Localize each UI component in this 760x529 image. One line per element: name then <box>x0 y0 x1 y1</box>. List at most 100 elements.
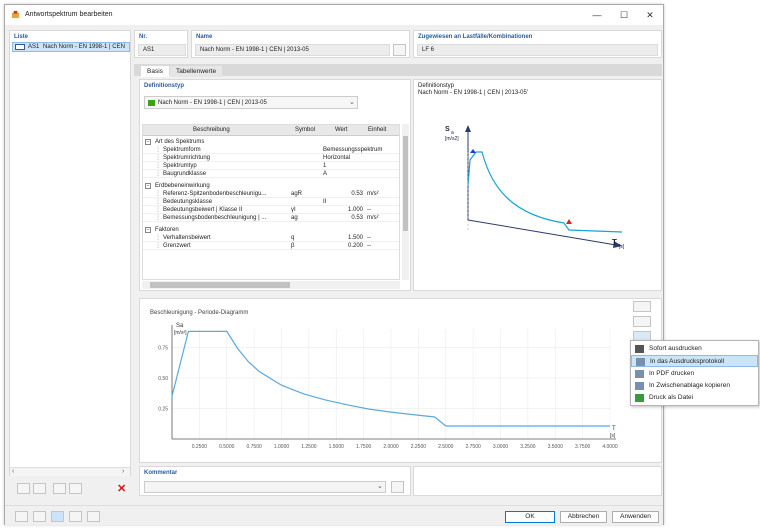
minimize-button[interactable]: — <box>587 8 607 22</box>
table-row[interactable]: ⋮ Spektrumrichtung Horizontal <box>143 154 399 162</box>
row-description: Verhaltensbeiwert <box>163 235 211 241</box>
x-tick-label: 1.7500 <box>356 444 372 450</box>
name-label: Name <box>196 34 213 40</box>
table-row[interactable]: ⋮ Referenz-Spitzenbodenbeschleunigu... agR… <box>143 190 399 198</box>
table-row[interactable]: ⋮ Verhaltensbeiwert q 1.500 -- <box>143 234 399 242</box>
definition-type-select[interactable]: Nach Norm - EN 1998-1 | CEN | 2013-05 ⌄ <box>144 96 358 109</box>
x-tick-label: 4.0000 <box>602 444 618 450</box>
name-group: Name Nach Norm - EN 1998-1 | CEN | 2013-… <box>191 30 410 58</box>
chevron-down-icon: ⌄ <box>349 99 355 106</box>
hscroll-thumb[interactable] <box>150 282 290 288</box>
table-scrollbar[interactable] <box>402 124 409 280</box>
menu-item-report[interactable]: In das Ausdrucksprotokoll <box>631 355 758 367</box>
new-item-icon[interactable] <box>17 483 30 494</box>
tree-connector: ⋮ <box>155 243 161 249</box>
x-tick-label: 2.2500 <box>411 444 427 450</box>
search-icon[interactable] <box>15 511 28 522</box>
check-item-icon[interactable] <box>53 483 66 494</box>
table-row[interactable]: ⋮ Baugrundklasse A <box>143 170 399 178</box>
table-row[interactable]: ⋮ Bedeutungsklasse II <box>143 198 399 206</box>
uncheck-item-icon[interactable] <box>69 483 82 494</box>
x-axis-label: T <box>612 426 616 432</box>
col-einheit: Einheit <box>368 127 387 133</box>
definition-type-value: Nach Norm - EN 1998-1 | CEN | 2013-05 <box>158 100 267 106</box>
row-symbol: agR <box>291 191 303 197</box>
chevron-down-icon: ⌄ <box>377 483 383 490</box>
list-header: Liste <box>14 34 29 40</box>
table-group-row[interactable]: − Art des Spektrums <box>143 138 399 146</box>
nr-field[interactable]: AS1 <box>138 44 186 56</box>
name-field[interactable]: Nach Norm - EN 1998-1 | CEN | 2013-05 <box>195 44 390 56</box>
row-description: Referenz-Spitzenbodenbeschleunigu... <box>163 191 267 197</box>
menu-item-clipboard[interactable]: In Zwischenablage kopieren <box>631 380 758 392</box>
spectrum-icon <box>15 44 25 50</box>
menu-item-pdf[interactable]: In PDF drucken <box>631 368 758 380</box>
settings-icon[interactable] <box>69 511 82 522</box>
formula-icon[interactable] <box>87 511 100 522</box>
row-symbol: β <box>291 243 295 249</box>
diagram-chart: 0.2500 0.5000 0.7500 1.0000 1.2500 1.5000 1.75… <box>158 323 618 450</box>
row-symbol: γI <box>291 207 296 213</box>
timer-icon[interactable] <box>633 301 651 312</box>
assigned-field[interactable]: LF 6 <box>417 44 658 56</box>
row-unit: -- <box>367 235 371 241</box>
dialog-window: Antwortspektrum bearbeiten — ☐ ✕ Liste A… <box>4 4 664 525</box>
table-row[interactable]: ⋮ Spektrumform Bemessungsspektrum <box>143 146 399 154</box>
close-button[interactable]: ✕ <box>640 8 660 22</box>
table-row[interactable]: ⋮ Spektrumtyp 1 <box>143 162 399 170</box>
file-icon <box>635 394 644 402</box>
row-value: Horizontal <box>323 155 351 161</box>
x-tick-label: 2.0000 <box>383 444 399 450</box>
table-row[interactable]: ⋮ Bedeutungsbeiwert | Klasse II γI 1.000 -- <box>143 206 399 214</box>
preview-chart: S a [m/s2] T [s] <box>445 125 625 250</box>
tab-basis[interactable]: Basis <box>141 66 169 77</box>
scroll-thumb[interactable] <box>403 136 408 231</box>
tree-connector: ⋮ <box>155 155 161 161</box>
table-hscrollbar[interactable] <box>142 281 400 289</box>
menu-item-file[interactable]: Druck als Datei <box>631 392 758 404</box>
scroll-left-icon[interactable]: ‹ <box>12 468 14 475</box>
report-icon <box>636 358 645 366</box>
row-value: A <box>323 171 328 177</box>
list-item[interactable]: AS1 Nach Norm - EN 1998-1 | CEN <box>12 42 130 52</box>
color-icon[interactable] <box>51 511 64 522</box>
parameter-table: Beschreibung Symbol Wert Einheit − Art de… <box>142 124 400 280</box>
ok-button[interactable]: OK <box>505 511 555 523</box>
comment-edit-icon[interactable] <box>391 481 404 493</box>
app-icon <box>11 10 20 19</box>
tree-connector: ⋮ <box>155 207 161 213</box>
row-unit: -- <box>367 207 371 213</box>
preview-curve <box>467 151 623 233</box>
row-symbol: q <box>291 235 295 241</box>
comment-input[interactable]: ⌄ <box>144 481 386 493</box>
row-unit: m/s² <box>367 215 379 221</box>
x-tick-label: 0.7500 <box>246 444 262 450</box>
preview-marker-top <box>470 149 476 153</box>
menu-item-print-now[interactable]: Sofort ausdrucken <box>631 343 758 355</box>
definition-type-label: Definitionstyp <box>144 83 184 89</box>
copy-item-icon[interactable] <box>33 483 46 494</box>
scroll-right-icon[interactable]: › <box>122 468 124 475</box>
table-row[interactable]: ⋮ Grenzwert β 0.200 -- <box>143 242 399 250</box>
list-toolbar: ✕ <box>13 482 131 496</box>
units-icon[interactable] <box>33 511 46 522</box>
collapse-icon[interactable]: − <box>145 183 151 189</box>
table-group-row[interactable]: − Erdbebeneinwirkung <box>143 182 399 190</box>
y-axis-label: Sa <box>176 323 184 329</box>
collapse-icon[interactable]: − <box>145 139 151 145</box>
chart-settings-icon[interactable] <box>633 316 651 327</box>
collapse-icon[interactable]: − <box>145 227 151 233</box>
list-scrollbar[interactable]: ‹ › <box>10 467 130 476</box>
cancel-button[interactable]: Abbrechen <box>560 511 607 523</box>
tree-connector: ⋮ <box>155 199 161 205</box>
tree-connector: ⋮ <box>155 147 161 153</box>
row-value: 1.500 <box>347 235 363 241</box>
edit-icon[interactable] <box>393 44 406 56</box>
tab-tabellenwerte[interactable]: Tabellenwerte <box>170 66 223 77</box>
table-row[interactable]: ⋮ Bemessungsbodenbeschleunigung | ... ag 0.… <box>143 214 399 222</box>
table-header: Beschreibung Symbol Wert Einheit <box>143 125 399 136</box>
maximize-button[interactable]: ☐ <box>614 8 634 22</box>
delete-icon[interactable]: ✕ <box>117 482 126 495</box>
table-group-row[interactable]: − Faktoren <box>143 226 399 234</box>
apply-button[interactable]: Anwenden <box>612 511 659 523</box>
